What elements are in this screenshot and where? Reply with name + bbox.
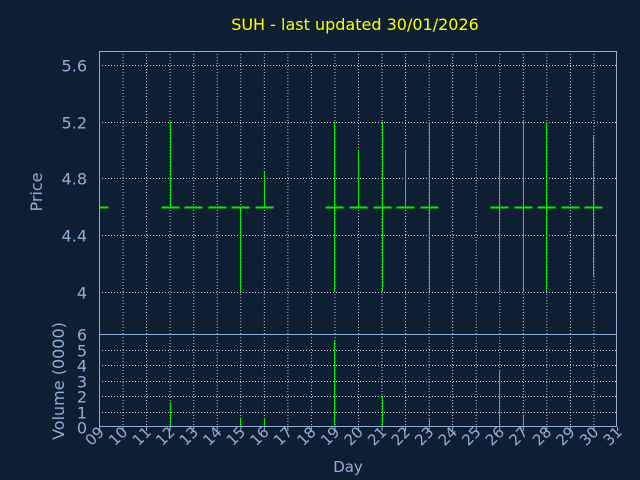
price-tick-label: 4.8 [62, 170, 87, 189]
price-tick-label: 5.6 [62, 57, 87, 76]
price-axis-label: Price [27, 172, 46, 211]
chart-background [0, 0, 640, 480]
price-tick-label: 4.4 [62, 227, 87, 246]
x-axis-label: Day [333, 458, 363, 476]
volume-tick-label: 6 [77, 326, 87, 345]
price-tick-label: 5.2 [62, 114, 87, 133]
volume-axis-label: Volume (0000) [49, 322, 68, 440]
x-axis: 0910111213141516171819202122232425262728… [82, 423, 626, 449]
stock-chart: SUH - last updated 30/01/2026 4 4.4 4.8 5.2… [0, 0, 640, 480]
chart-title: SUH - last updated 30/01/2026 [231, 15, 479, 34]
price-tick-label: 4 [77, 284, 87, 303]
